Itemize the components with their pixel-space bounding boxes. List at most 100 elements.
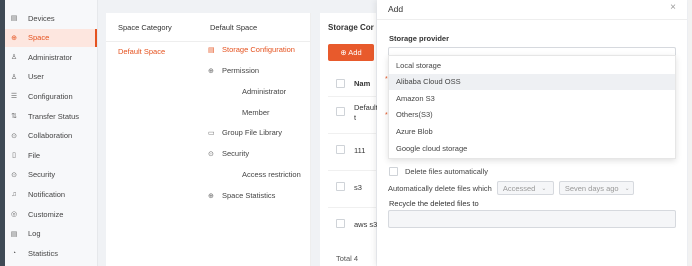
- menu-permission[interactable]: ⊕ Permission: [208, 66, 259, 75]
- storage-provider-label: Storage provider: [389, 34, 450, 43]
- log-icon: ▤: [10, 230, 18, 238]
- sidebar-item-space[interactable]: ⊕ Space: [5, 28, 97, 47]
- delete-files-auto-row[interactable]: Delete files automatically: [389, 167, 488, 176]
- dropdown-option[interactable]: Amazon S3: [389, 90, 675, 106]
- chevron-down-icon: ⌄: [541, 185, 547, 192]
- sidebar-item-transfer-status[interactable]: ⇅ Transfer Status: [5, 107, 97, 125]
- space-settings-menu: Default Space ▤ Storage Configuration ⊕ …: [198, 13, 311, 266]
- user-icon: ♙: [10, 73, 18, 81]
- menu-security[interactable]: ⊙ Security: [208, 149, 249, 158]
- chevron-down-icon: ⌄: [624, 185, 630, 192]
- sidebar-item-label: Log: [28, 229, 41, 239]
- devices-icon: ▤: [10, 15, 18, 22]
- sidebar-item-configuration[interactable]: ☰ Configuration: [5, 87, 97, 105]
- menu-label: Permission: [222, 66, 260, 75]
- menu-label: Security: [222, 149, 250, 158]
- table-cell-name-wrap: t: [354, 113, 357, 122]
- transfer-icon: ⇅: [11, 113, 17, 120]
- administrator-icon: ♙: [10, 54, 18, 62]
- auto-delete-row: Automatically delete files which Accesse…: [388, 181, 634, 195]
- sidebar-item-label: Devices: [28, 13, 55, 23]
- sidebar-item-label: Administrator: [28, 52, 73, 62]
- dropdown-option[interactable]: Azure Blob: [389, 123, 675, 139]
- sidebar-item-user[interactable]: ♙ User: [5, 68, 97, 86]
- recycle-target-input[interactable]: [388, 210, 676, 228]
- menu-access-restriction[interactable]: Access restriction: [242, 170, 301, 179]
- sidebar-item-label: Statistics: [28, 248, 59, 258]
- menu-label: Storage Configuration: [222, 45, 295, 54]
- permission-icon: ⊕: [208, 67, 214, 75]
- sidebar-item-label: Configuration: [28, 91, 73, 101]
- dropdown-option[interactable]: Local storage: [389, 57, 675, 73]
- row-divider: [328, 96, 376, 97]
- sidebar-item-statistics[interactable]: ◔ Statistics: [5, 244, 97, 262]
- menu-administrator[interactable]: Administrator: [242, 87, 286, 96]
- divider: [377, 19, 687, 20]
- total-count: Total 4: [336, 254, 359, 263]
- row-divider: [328, 170, 376, 171]
- configuration-icon: ☰: [10, 93, 18, 101]
- sidebar-item-label: Notification: [28, 189, 66, 199]
- customize-icon: ◎: [10, 211, 18, 218]
- category-item-default-space[interactable]: Default Space: [118, 47, 165, 56]
- dropdown-option[interactable]: Alibaba Cloud OSS: [389, 73, 675, 90]
- sidebar-item-label: Collaboration: [28, 131, 73, 141]
- close-icon[interactable]: ×: [670, 2, 676, 13]
- sidebar-item-customize[interactable]: ◎ Customize: [5, 205, 97, 223]
- add-storage-button[interactable]: ⊕ Add: [328, 44, 374, 61]
- table-cell-name: aws s3: [354, 220, 378, 229]
- menu-label: Space Statistics: [222, 191, 276, 200]
- sidebar-item-label: Customize: [28, 209, 64, 219]
- admin-sidebar: ▤ Devices ⊕ Space ♙ Administrator ♙ User ☰ Config…: [5, 0, 98, 266]
- sidebar-item-label: File: [28, 150, 41, 160]
- sidebar-item-file[interactable]: ▯ File: [5, 146, 97, 164]
- menu-member[interactable]: Member: [242, 108, 270, 117]
- days-select[interactable]: Seven days ago ⌄: [558, 181, 634, 195]
- sidebar-item-security[interactable]: ⊙ Security: [5, 166, 97, 184]
- accessed-value: Accessed: [502, 183, 536, 193]
- storage-icon: ▤: [208, 46, 215, 54]
- file-icon: ▯: [12, 152, 16, 160]
- sidebar-item-label: Security: [28, 170, 56, 180]
- accessed-select[interactable]: Accessed ⌄: [496, 181, 554, 195]
- sidebar-item-devices[interactable]: ▤ Devices: [5, 9, 97, 27]
- space-category-header: Space Category: [118, 23, 172, 32]
- drawer-title: Add: [388, 4, 404, 14]
- shield-icon: ⊙: [208, 150, 214, 158]
- menu-group-file-library[interactable]: ▭ Group File Library: [208, 128, 282, 137]
- space-category-panel: Space Category Default Space: [106, 13, 199, 266]
- sidebar-item-label: User: [28, 72, 44, 82]
- statistics-icon: ◔: [11, 249, 17, 257]
- table-cell-name: s3: [354, 183, 362, 192]
- row-checkbox[interactable]: [336, 182, 345, 191]
- row-divider: [328, 133, 376, 134]
- notification-icon: ♫: [11, 190, 17, 198]
- sidebar-item-label: Space: [28, 33, 50, 43]
- statistics-icon: ⊕: [208, 192, 214, 200]
- sidebar-item-label: Transfer Status: [28, 111, 79, 121]
- row-checkbox[interactable]: [336, 107, 345, 116]
- dropdown-option[interactable]: Google cloud storage: [389, 140, 675, 156]
- row-checkbox[interactable]: [336, 145, 345, 154]
- auto-delete-label: Automatically delete files which: [388, 183, 492, 193]
- page-scrollbar[interactable]: [688, 0, 692, 266]
- row-checkbox[interactable]: [336, 219, 345, 228]
- library-icon: ▭: [208, 129, 215, 137]
- menu-storage-configuration[interactable]: ▤ Storage Configuration: [208, 45, 295, 54]
- storage-title: Storage Cor: [328, 23, 374, 32]
- name-column-header: Nam: [354, 79, 371, 88]
- storage-configuration-content: Storage Cor ⊕ Add Nam Default t 111 s3 a…: [320, 13, 378, 266]
- collaboration-icon: ⊙: [11, 132, 17, 140]
- sidebar-item-collaboration[interactable]: ⊙ Collaboration: [5, 127, 97, 145]
- delete-files-checkbox[interactable]: [389, 167, 398, 176]
- table-cell-name: Default: [354, 103, 378, 112]
- dropdown-option[interactable]: Others(S3): [389, 107, 675, 123]
- row-divider: [328, 207, 376, 208]
- menu-space-statistics[interactable]: ⊕ Space Statistics: [208, 191, 275, 200]
- sidebar-item-notification[interactable]: ♫ Notification: [5, 185, 97, 203]
- sidebar-item-administrator[interactable]: ♙ Administrator: [5, 48, 97, 66]
- menu-label: Group File Library: [222, 128, 283, 137]
- sidebar-item-log[interactable]: ▤ Log: [5, 225, 97, 243]
- select-all-checkbox[interactable]: [336, 79, 345, 88]
- add-storage-drawer: Add × Storage provider * * ........ ....…: [377, 0, 687, 266]
